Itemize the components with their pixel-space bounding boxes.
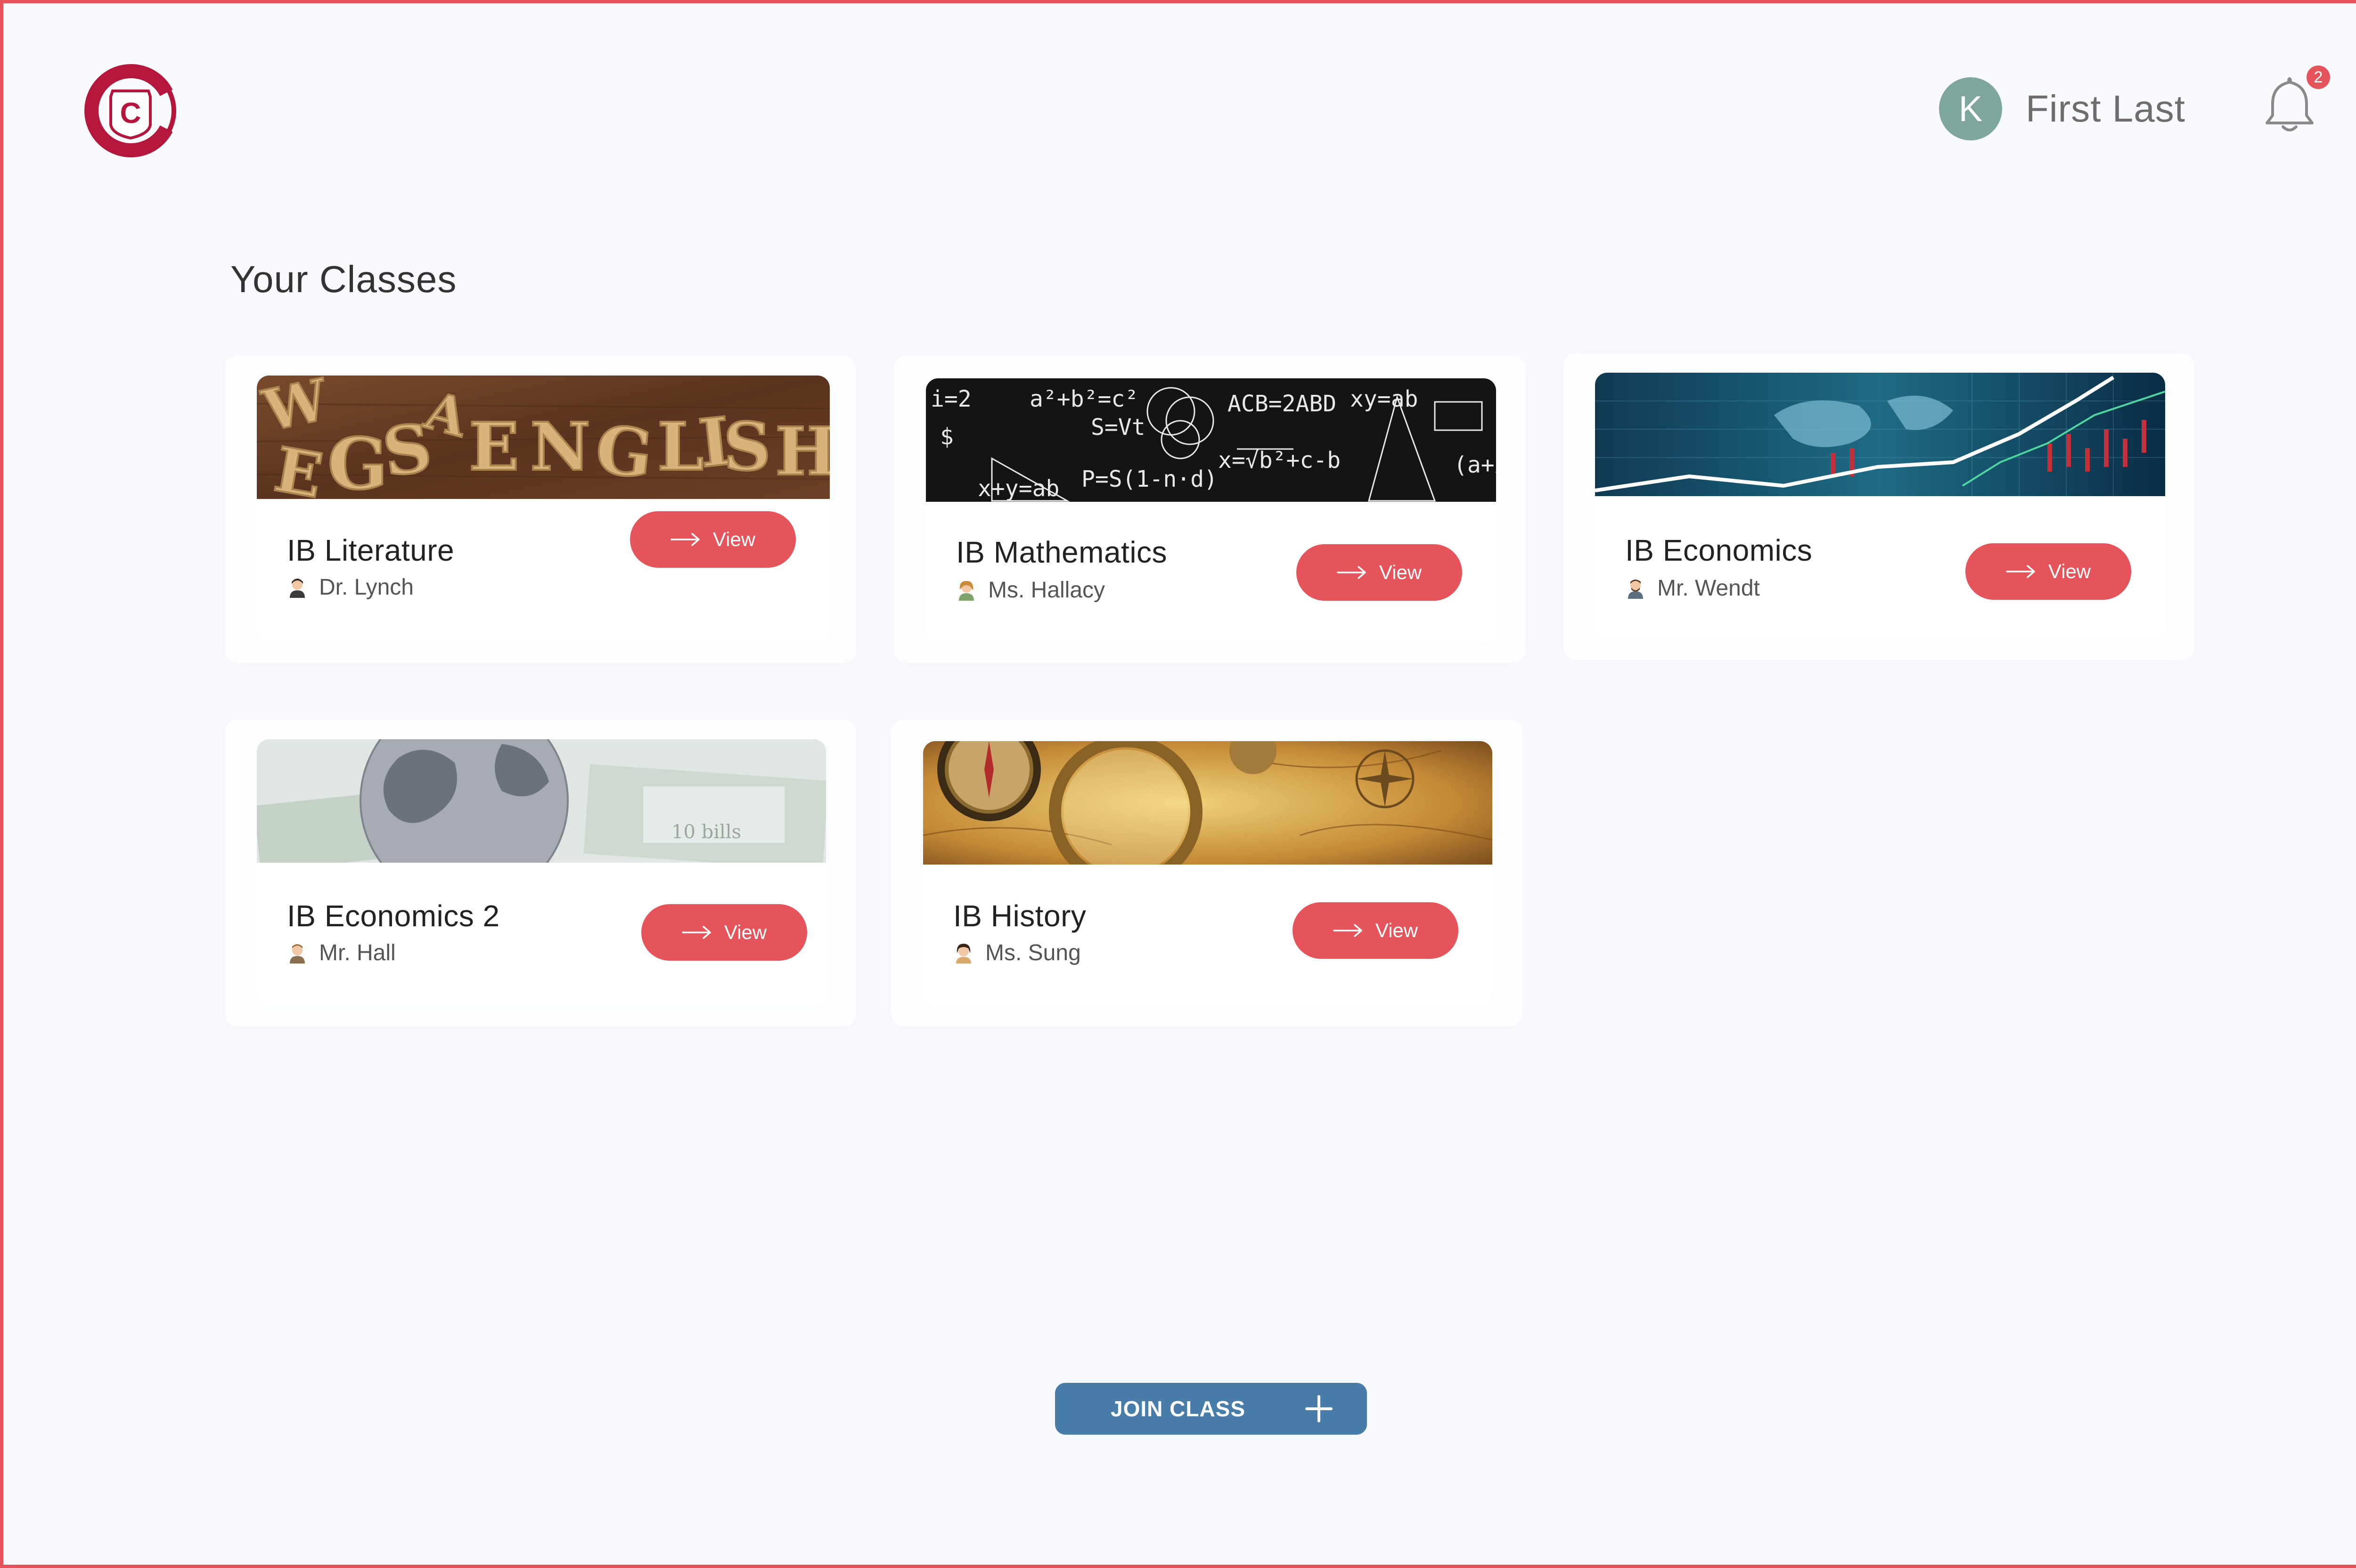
arrow-right-icon	[1333, 924, 1362, 937]
banner-globe-image: 10 bills	[257, 739, 826, 863]
user-menu[interactable]: K First Last	[1939, 77, 2185, 140]
class-card: IB Economics Mr. Wendt View	[1595, 373, 2165, 637]
teacher-info: Mr. Wendt	[1625, 575, 1760, 601]
svg-text:xy=ab: xy=ab	[1350, 386, 1418, 412]
svg-text:E: E	[469, 408, 519, 486]
class-name: IB History	[953, 899, 1087, 933]
svg-text:ACB=2ABD: ACB=2ABD	[1227, 391, 1336, 417]
teacher-avatar-icon	[1628, 579, 1643, 599]
svg-text:10 bills: 10 bills	[671, 821, 741, 843]
svg-text:(a+x): (a+x)	[1454, 452, 1496, 478]
class-card: i=2 a²+b²=c² ACB=2ABD xy=ab $ S=Vt x=√b²…	[926, 378, 1496, 643]
view-label: View	[1375, 919, 1418, 941]
svg-text:i=2: i=2	[931, 386, 972, 412]
teacher-name: Mr. Hall	[319, 940, 396, 965]
view-label: View	[1379, 561, 1422, 583]
teacher-avatar-icon	[290, 944, 305, 964]
svg-text:N: N	[530, 408, 590, 486]
teacher-info: Ms. Sung	[953, 940, 1081, 966]
app-frame: C K First Last 2 Your Classes W G E S A …	[0, 0, 2356, 1568]
svg-text:x=√b²+c-b: x=√b²+c-b	[1218, 447, 1341, 474]
arrow-right-icon	[2006, 565, 2035, 578]
view-label: View	[724, 921, 767, 943]
view-class-button[interactable]: View	[641, 904, 807, 961]
teacher-avatar-icon	[959, 580, 974, 601]
view-label: View	[2048, 560, 2091, 582]
svg-text:G: G	[592, 411, 656, 494]
class-card-container: IB History Ms. Sung View	[891, 719, 1522, 1027]
class-name: IB Economics 2	[287, 899, 500, 933]
card-body: IB Literature Dr. Lynch View	[257, 499, 830, 640]
class-card-container: W G E S A E N G L I S H IB Literature Dr…	[225, 356, 856, 663]
svg-text:$: $	[940, 424, 954, 450]
svg-text:G: G	[327, 423, 388, 499]
svg-text:P=S(1-n·d): P=S(1-n·d)	[1081, 466, 1218, 492]
svg-text:C: C	[120, 97, 141, 130]
join-class-label: JOIN CLASS	[1111, 1396, 1246, 1421]
teacher-name: Dr. Lynch	[319, 575, 414, 600]
view-class-button[interactable]: View	[1965, 543, 2131, 600]
class-card: W G E S A E N G L I S H IB Literature Dr…	[257, 376, 830, 640]
card-body: IB History Ms. Sung View	[923, 865, 1492, 1006]
svg-text:H: H	[775, 413, 830, 490]
view-class-button[interactable]: View	[630, 511, 796, 568]
arrow-right-icon	[671, 533, 700, 546]
arrow-right-icon	[1337, 566, 1366, 579]
svg-text:a²+b²=c²: a²+b²=c²	[1030, 386, 1138, 412]
user-name: First Last	[2026, 88, 2185, 130]
notification-badge: 2	[2307, 65, 2330, 89]
class-name: IB Economics	[1625, 533, 1813, 567]
join-class-button[interactable]: JOIN CLASS	[1055, 1383, 1367, 1435]
class-card: 10 bills IB Economics 2 Mr. Hall View	[257, 739, 826, 1004]
svg-text:x+y=ab: x+y=ab	[978, 475, 1059, 502]
class-name: IB Mathematics	[956, 535, 1168, 569]
svg-text:S=Vt: S=Vt	[1091, 414, 1145, 441]
teacher-info: Dr. Lynch	[287, 574, 414, 600]
card-body: IB Mathematics Ms. Hallacy View	[926, 502, 1496, 643]
class-card: IB History Ms. Sung View	[923, 741, 1492, 1006]
school-logo-icon[interactable]: C	[83, 64, 178, 158]
view-label: View	[712, 528, 756, 550]
teacher-name: Ms. Hallacy	[988, 578, 1105, 603]
view-class-button[interactable]: View	[1293, 902, 1458, 959]
card-body: IB Economics Mr. Wendt View	[1595, 496, 2165, 637]
banner-market-chart-image	[1595, 373, 2165, 496]
teacher-avatar-icon	[290, 578, 305, 598]
card-body: IB Economics 2 Mr. Hall View	[257, 863, 826, 1004]
class-card-container: IB Economics Mr. Wendt View	[1563, 353, 2194, 660]
teacher-name: Mr. Wendt	[1657, 576, 1760, 601]
arrow-right-icon	[682, 926, 711, 939]
banner-compass-map-image	[923, 741, 1492, 865]
plus-icon	[1305, 1395, 1333, 1422]
teacher-avatar-icon	[956, 943, 971, 964]
class-name: IB Literature	[287, 533, 455, 567]
class-card-container: 10 bills IB Economics 2 Mr. Hall View	[225, 719, 856, 1027]
svg-text:S: S	[723, 408, 771, 486]
banner-chalkboard-image: i=2 a²+b²=c² ACB=2ABD xy=ab $ S=Vt x=√b²…	[926, 378, 1496, 502]
teacher-name: Ms. Sung	[985, 940, 1081, 965]
teacher-info: Ms. Hallacy	[956, 577, 1105, 603]
page-title: Your Classes	[230, 258, 457, 300]
avatar: K	[1939, 77, 2002, 140]
view-class-button[interactable]: View	[1296, 544, 1462, 601]
teacher-info: Mr. Hall	[287, 940, 396, 966]
class-card-container: i=2 a²+b²=c² ACB=2ABD xy=ab $ S=Vt x=√b²…	[894, 356, 1525, 663]
banner-english-image: W G E S A E N G L I S H	[257, 376, 830, 499]
